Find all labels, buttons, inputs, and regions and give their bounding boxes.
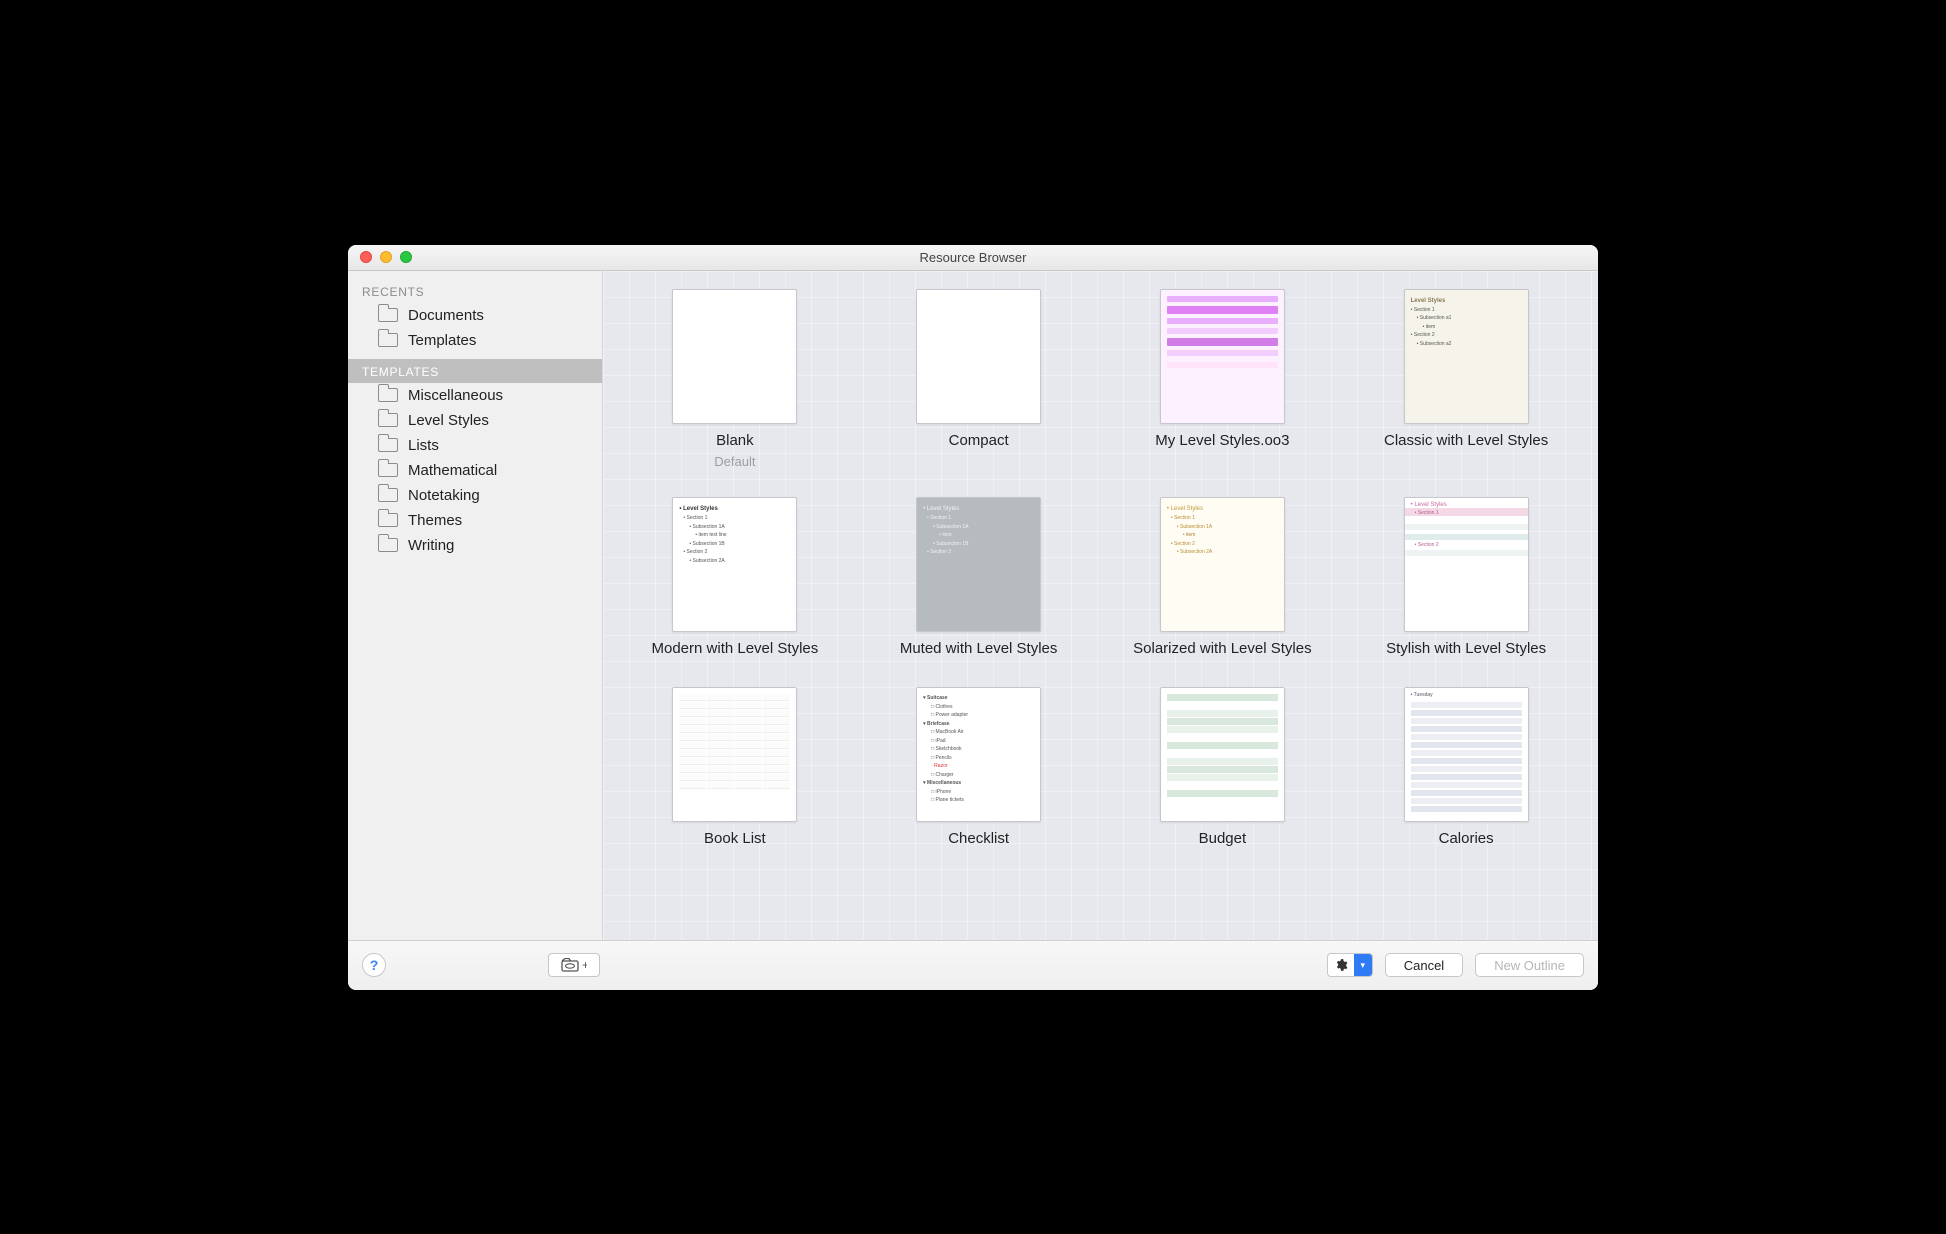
folder-icon (378, 538, 398, 552)
template-item[interactable]: • Level Styles• Section 1• Subsection 1A… (1121, 497, 1325, 659)
minimize-window-button[interactable] (380, 251, 392, 263)
template-item[interactable]: Budget (1121, 687, 1325, 849)
template-thumbnail: • Level Styles• Section 1• Subsection 1A… (672, 497, 797, 632)
template-subtitle: Default (714, 454, 755, 469)
template-name: Classic with Level Styles (1384, 432, 1548, 451)
sidebar: RECENTS Documents Templates TEMPLATES Mis… (348, 271, 603, 940)
folder-icon (378, 333, 398, 347)
folder-icon (378, 438, 398, 452)
help-button[interactable]: ? (362, 953, 386, 977)
template-item[interactable]: Level Styles• Section 1• Subsection a1• … (1364, 289, 1568, 470)
sidebar-item-label: Mathematical (408, 462, 497, 479)
template-thumbnail: • Level Styles• Section 1• Subsection 1A… (916, 497, 1041, 632)
sidebar-item-lists[interactable]: Lists (348, 433, 602, 458)
sidebar-item-miscellaneous[interactable]: Miscellaneous (348, 383, 602, 408)
titlebar: Resource Browser (348, 245, 1598, 271)
sidebar-item-templates[interactable]: Templates (348, 328, 602, 353)
folder-icon (378, 413, 398, 427)
sidebar-item-label: Documents (408, 307, 484, 324)
template-item[interactable]: My Level Styles.oo3 (1121, 289, 1325, 470)
close-window-button[interactable] (360, 251, 372, 263)
add-linked-folder-button[interactable]: + (548, 953, 600, 977)
folder-icon (378, 308, 398, 322)
svg-text:+: + (582, 958, 587, 972)
folder-icon (378, 513, 398, 527)
sidebar-item-label: Lists (408, 437, 439, 454)
sidebar-item-label: Notetaking (408, 487, 480, 504)
sidebar-item-writing[interactable]: Writing (348, 533, 602, 558)
cancel-button[interactable]: Cancel (1385, 953, 1463, 977)
gear-icon (1328, 958, 1354, 972)
folder-icon (378, 463, 398, 477)
template-item[interactable]: Compact (877, 289, 1081, 470)
template-name: My Level Styles.oo3 (1155, 432, 1289, 451)
sidebar-section-recents: RECENTS (348, 279, 602, 303)
template-thumbnail: ▾ Suitcase□ Clothes□ Power adapter▾ Brie… (916, 687, 1041, 822)
sidebar-item-label: Miscellaneous (408, 387, 503, 404)
window-title: Resource Browser (348, 250, 1598, 265)
template-name: Checklist (948, 830, 1009, 849)
sidebar-item-level-styles[interactable]: Level Styles (348, 408, 602, 433)
template-thumbnail: • Tuesday (1404, 687, 1529, 822)
resource-browser-window: Resource Browser RECENTS Documents Templa… (348, 245, 1598, 990)
template-item[interactable]: • Level Styles• Section 1• Subsection 1A… (633, 497, 837, 659)
template-name: Solarized with Level Styles (1133, 640, 1311, 659)
sidebar-item-documents[interactable]: Documents (348, 303, 602, 328)
window-controls (348, 251, 412, 263)
template-thumbnail: Level Styles• Section 1• Subsection a1• … (1404, 289, 1529, 424)
chevron-down-icon: ▾ (1354, 954, 1372, 976)
action-menu-button[interactable]: ▾ (1327, 953, 1373, 977)
sidebar-item-label: Level Styles (408, 412, 489, 429)
template-thumbnail (916, 289, 1041, 424)
template-item[interactable]: ▾ Suitcase□ Clothes□ Power adapter▾ Brie… (877, 687, 1081, 849)
sidebar-item-label: Themes (408, 512, 462, 529)
template-thumbnail (672, 289, 797, 424)
template-thumbnail: • Level Styles• Section 1• Subsection 1A… (1160, 497, 1285, 632)
template-thumbnail: • Level Styles• Section 1• Section 2 (1404, 497, 1529, 632)
template-name: Budget (1199, 830, 1247, 849)
template-item[interactable]: Book List (633, 687, 837, 849)
new-outline-button: New Outline (1475, 953, 1584, 977)
template-name: Modern with Level Styles (652, 640, 819, 659)
folder-icon (378, 388, 398, 402)
sidebar-item-label: Templates (408, 332, 476, 349)
template-thumbnail (1160, 289, 1285, 424)
template-name: Calories (1439, 830, 1494, 849)
sidebar-section-templates[interactable]: TEMPLATES (348, 359, 602, 383)
template-name: Muted with Level Styles (900, 640, 1058, 659)
template-grid-area: Blank Default Compact My Level Styles.oo3 Le… (603, 271, 1598, 940)
window-body: RECENTS Documents Templates TEMPLATES Mis… (348, 271, 1598, 940)
template-name: Stylish with Level Styles (1386, 640, 1546, 659)
template-name: Compact (949, 432, 1009, 451)
zoom-window-button[interactable] (400, 251, 412, 263)
template-item[interactable]: • Level Styles• Section 1• Section 2 Styl… (1364, 497, 1568, 659)
template-name: Blank (716, 432, 754, 451)
folder-icon (378, 488, 398, 502)
template-item[interactable]: • Tuesday Calories (1364, 687, 1568, 849)
footer-toolbar: ? + ▾ Cancel New Outline (348, 940, 1598, 990)
sidebar-item-notetaking[interactable]: Notetaking (348, 483, 602, 508)
template-item[interactable]: Blank Default (633, 289, 837, 470)
sidebar-item-label: Writing (408, 537, 454, 554)
sidebar-item-themes[interactable]: Themes (348, 508, 602, 533)
template-thumbnail (1160, 687, 1285, 822)
template-name: Book List (704, 830, 766, 849)
template-thumbnail (672, 687, 797, 822)
template-item[interactable]: • Level Styles• Section 1• Subsection 1A… (877, 497, 1081, 659)
sidebar-item-mathematical[interactable]: Mathematical (348, 458, 602, 483)
